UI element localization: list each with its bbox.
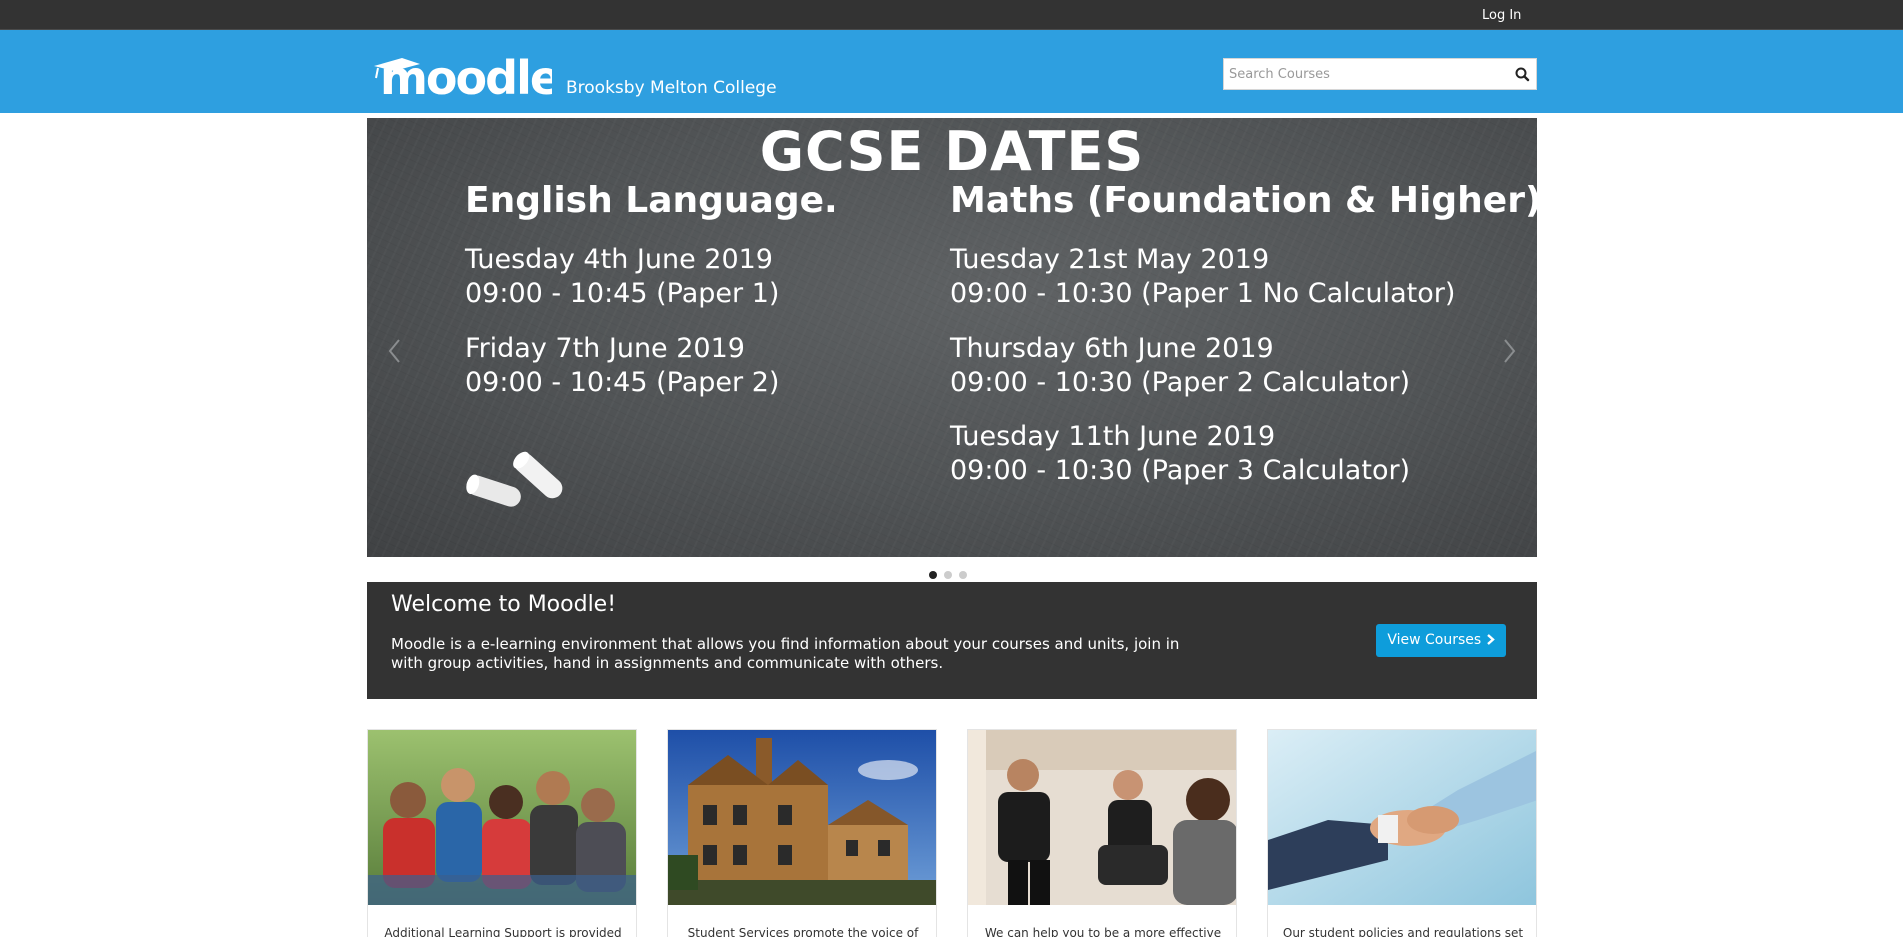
group-of-students-photo: [368, 730, 636, 905]
moodle-logo[interactable]: moodle: [372, 48, 552, 98]
slide-dot-1[interactable]: [929, 571, 937, 579]
card-student-services[interactable]: Student Services promote the voice of: [667, 729, 937, 937]
card-caption: Additional Learning Support is provided: [384, 926, 622, 937]
maths-date-2: Thursday 6th June 2019: [950, 333, 1274, 364]
slide-title: GCSE DATES: [759, 120, 1145, 183]
card-caption: We can help you to be a more effective: [984, 926, 1222, 937]
card-policies[interactable]: Our student policies and regulations set: [1267, 729, 1537, 937]
search-box: [1223, 58, 1537, 90]
search-input[interactable]: [1224, 59, 1504, 89]
welcome-panel: Welcome to Moodle! Moodle is a e-learnin…: [367, 582, 1537, 699]
english-heading: English Language.: [465, 180, 838, 221]
slide-dot-3[interactable]: [959, 571, 967, 579]
slide-dot-2[interactable]: [944, 571, 952, 579]
view-courses-button[interactable]: View Courses: [1376, 624, 1506, 657]
english-date-2: Friday 7th June 2019: [465, 333, 745, 364]
maths-heading: Maths (Foundation & Higher).: [950, 180, 1537, 221]
login-link[interactable]: Log In: [1482, 8, 1521, 23]
search-icon[interactable]: [1512, 65, 1532, 83]
slider-indicators: [929, 564, 974, 579]
maths-date-1: Tuesday 21st May 2019: [950, 244, 1270, 275]
meeting-photo: [968, 730, 1236, 905]
welcome-title: Welcome to Moodle!: [391, 592, 617, 617]
top-bar: Log In: [0, 0, 1903, 30]
english-date-1: Tuesday 4th June 2019: [465, 244, 773, 275]
maths-time-1: 09:00 - 10:30 (Paper 1 No Calculator): [950, 278, 1456, 309]
logo-text: moodle: [380, 51, 552, 98]
card-caption: Student Services promote the voice of: [687, 926, 919, 937]
chevron-left-icon[interactable]: [385, 336, 405, 366]
handshake-photo: [1268, 730, 1536, 905]
maths-time-2: 09:00 - 10:30 (Paper 2 Calculator): [950, 367, 1411, 398]
card-effective-learner[interactable]: We can help you to be a more effective: [967, 729, 1237, 937]
english-time-2: 09:00 - 10:45 (Paper 2): [465, 367, 780, 398]
announcement-slider[interactable]: GCSE DATES English Language. Tuesday 4th…: [367, 118, 1537, 557]
college-building-photo: [668, 730, 936, 905]
card-learning-support[interactable]: Additional Learning Support is provided: [367, 729, 637, 937]
english-time-1: 09:00 - 10:45 (Paper 1): [465, 278, 780, 309]
site-header: moodle Brooksby Melton College: [0, 30, 1903, 113]
card-caption: Our student policies and regulations set: [1282, 926, 1524, 937]
welcome-text: Moodle is a e-learning environment that …: [391, 635, 1180, 672]
view-courses-label: View Courses: [1387, 632, 1482, 648]
chevron-right-icon[interactable]: [1499, 336, 1519, 366]
chalk-sticks-image: [466, 451, 563, 507]
site-name[interactable]: Brooksby Melton College: [566, 78, 777, 98]
chevron-right-icon: [1486, 634, 1495, 645]
maths-time-3: 09:00 - 10:30 (Paper 3 Calculator): [950, 455, 1411, 486]
maths-date-3: Tuesday 11th June 2019: [950, 421, 1276, 452]
